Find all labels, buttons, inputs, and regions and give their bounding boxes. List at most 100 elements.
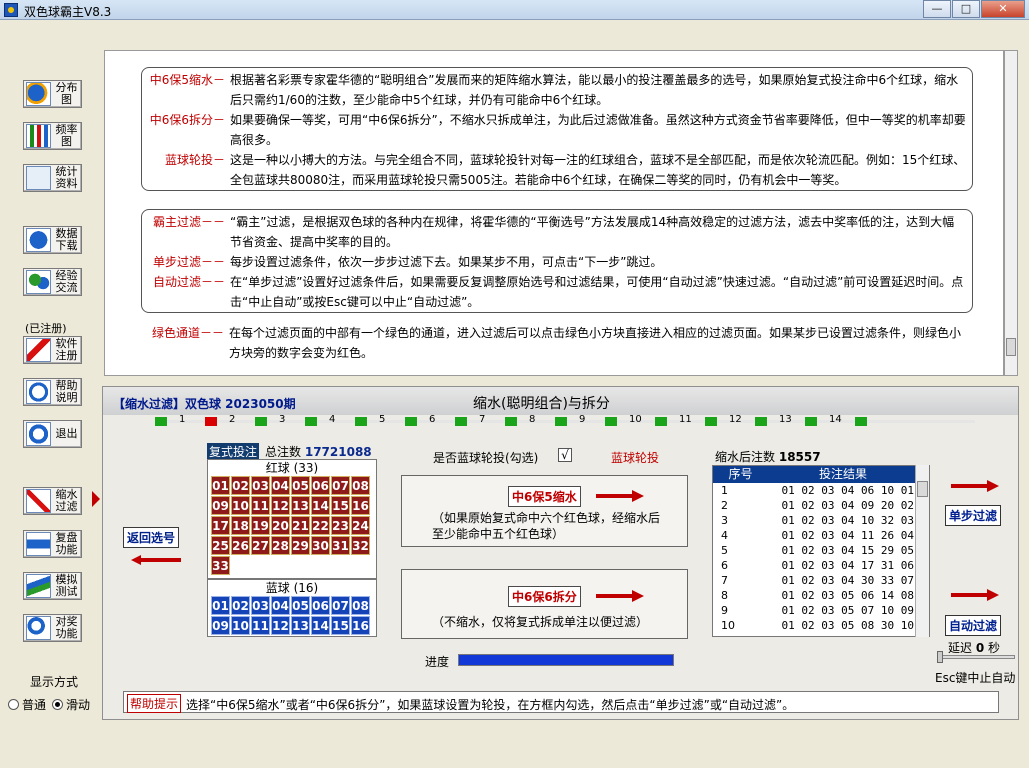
red-ball[interactable]: 15 bbox=[331, 496, 350, 515]
step-square[interactable] bbox=[155, 417, 167, 426]
red-ball[interactable]: 32 bbox=[351, 536, 370, 555]
slider-knob[interactable] bbox=[937, 651, 943, 663]
red-ball[interactable]: 23 bbox=[331, 516, 350, 535]
red-ball[interactable]: 11 bbox=[251, 496, 270, 515]
table-row[interactable]: 2 01 02 03 04 09 20 02 bbox=[713, 498, 929, 513]
statistics-button[interactable]: 统计资料 bbox=[23, 164, 82, 192]
step-square[interactable] bbox=[655, 417, 667, 426]
result-scroll-thumb[interactable] bbox=[917, 481, 928, 497]
table-row[interactable]: 6 01 02 03 04 17 31 06 bbox=[713, 558, 929, 573]
step-square[interactable] bbox=[855, 417, 867, 426]
table-row[interactable]: 1 01 02 03 04 06 10 01 bbox=[713, 483, 929, 498]
result-table[interactable]: 序号 投注结果 1 01 02 03 04 06 10 01 2 01 02 03 04… bbox=[712, 465, 930, 637]
blue-ball[interactable]: 03 bbox=[251, 596, 270, 615]
red-ball[interactable]: 03 bbox=[251, 476, 270, 495]
blue-ball[interactable]: 14 bbox=[311, 616, 330, 635]
close-button[interactable]: ✕ bbox=[981, 0, 1025, 18]
red-ball[interactable]: 29 bbox=[291, 536, 310, 555]
blue-ball[interactable]: 10 bbox=[231, 616, 250, 635]
help-button[interactable]: 帮助说明 bbox=[23, 378, 82, 406]
exit-button[interactable]: 退出 bbox=[23, 420, 82, 448]
replay-button[interactable]: 复盘功能 bbox=[23, 530, 82, 558]
red-ball[interactable]: 18 bbox=[231, 516, 250, 535]
blue-ball[interactable]: 13 bbox=[291, 616, 310, 635]
blue-ball[interactable]: 01 bbox=[211, 596, 230, 615]
red-ball[interactable]: 01 bbox=[211, 476, 230, 495]
red-ball[interactable]: 33 bbox=[211, 556, 230, 575]
table-row[interactable]: 10 01 02 03 05 08 30 10 bbox=[713, 618, 929, 633]
frequency-button[interactable]: 频率图 bbox=[23, 122, 82, 150]
table-row[interactable]: 7 01 02 03 04 30 33 07 bbox=[713, 573, 929, 588]
red-ball[interactable]: 19 bbox=[251, 516, 270, 535]
shrink-6b5-button[interactable]: 中6保5缩水 bbox=[508, 486, 581, 507]
red-ball[interactable]: 04 bbox=[271, 476, 290, 495]
red-ball[interactable]: 14 bbox=[311, 496, 330, 515]
step-square[interactable] bbox=[555, 417, 567, 426]
table-row[interactable]: 3 01 02 03 04 10 32 03 bbox=[713, 513, 929, 528]
auto-filter-button[interactable]: 自动过滤 bbox=[945, 615, 1002, 636]
filter-button[interactable]: 缩水过滤 bbox=[23, 487, 82, 515]
red-ball[interactable]: 22 bbox=[311, 516, 330, 535]
blue-ball[interactable]: 08 bbox=[351, 596, 370, 615]
delay-slider[interactable] bbox=[937, 651, 1015, 663]
red-ball[interactable]: 20 bbox=[271, 516, 290, 535]
red-ball[interactable]: 31 bbox=[331, 536, 350, 555]
distribution-button[interactable]: 分布图 bbox=[23, 80, 82, 108]
single-step-button[interactable]: 单步过滤 bbox=[945, 505, 1002, 526]
red-ball[interactable]: 30 bbox=[311, 536, 330, 555]
step-square[interactable] bbox=[605, 417, 617, 426]
info-scrollbar[interactable] bbox=[1004, 50, 1018, 376]
red-ball[interactable]: 17 bbox=[211, 516, 230, 535]
prize-check-button[interactable]: 对奖功能 bbox=[23, 614, 82, 642]
step-square[interactable] bbox=[205, 417, 217, 426]
blue-rotation-checkbox[interactable]: √ bbox=[558, 448, 572, 462]
red-ball[interactable]: 26 bbox=[231, 536, 250, 555]
table-row[interactable]: 8 01 02 03 05 06 14 08 bbox=[713, 588, 929, 603]
exchange-button[interactable]: 经验交流 bbox=[23, 268, 82, 296]
table-row[interactable]: 5 01 02 03 04 15 29 05 bbox=[713, 543, 929, 558]
result-scrollbar[interactable] bbox=[915, 465, 929, 637]
red-ball[interactable]: 02 bbox=[231, 476, 250, 495]
red-ball[interactable]: 08 bbox=[351, 476, 370, 495]
step-square[interactable] bbox=[705, 417, 717, 426]
step-square[interactable] bbox=[455, 417, 467, 426]
table-row[interactable]: 9 01 02 03 05 07 10 09 bbox=[713, 603, 929, 618]
download-button[interactable]: 数据下载 bbox=[23, 226, 82, 254]
red-ball[interactable]: 27 bbox=[251, 536, 270, 555]
step-square[interactable] bbox=[805, 417, 817, 426]
red-ball[interactable]: 06 bbox=[311, 476, 330, 495]
red-ball[interactable]: 05 bbox=[291, 476, 310, 495]
red-ball[interactable]: 16 bbox=[351, 496, 370, 515]
step-square[interactable] bbox=[355, 417, 367, 426]
blue-ball[interactable]: 11 bbox=[251, 616, 270, 635]
red-ball[interactable]: 28 bbox=[271, 536, 290, 555]
return-select-button[interactable]: 返回选号 bbox=[123, 527, 180, 548]
radio-scroll[interactable] bbox=[52, 699, 64, 710]
blue-ball[interactable]: 16 bbox=[351, 616, 370, 635]
blue-ball[interactable]: 05 bbox=[291, 596, 310, 615]
blue-ball[interactable]: 02 bbox=[231, 596, 250, 615]
table-row[interactable]: 4 01 02 03 04 11 26 04 bbox=[713, 528, 929, 543]
step-square[interactable] bbox=[755, 417, 767, 426]
red-ball[interactable]: 21 bbox=[291, 516, 310, 535]
blue-ball[interactable]: 15 bbox=[331, 616, 350, 635]
step-square[interactable] bbox=[255, 417, 267, 426]
red-ball[interactable]: 24 bbox=[351, 516, 370, 535]
red-ball[interactable]: 09 bbox=[211, 496, 230, 515]
maximize-button[interactable]: □ bbox=[952, 0, 980, 18]
red-ball[interactable]: 25 bbox=[211, 536, 230, 555]
step-square[interactable] bbox=[305, 417, 317, 426]
step-square[interactable] bbox=[505, 417, 517, 426]
blue-ball[interactable]: 06 bbox=[311, 596, 330, 615]
register-button[interactable]: 软件注册 bbox=[23, 336, 82, 364]
split-6b6-button[interactable]: 中6保6拆分 bbox=[508, 586, 581, 607]
red-ball[interactable]: 10 bbox=[231, 496, 250, 515]
blue-ball[interactable]: 07 bbox=[331, 596, 350, 615]
scroll-thumb[interactable] bbox=[1006, 338, 1016, 356]
blue-ball[interactable]: 12 bbox=[271, 616, 290, 635]
radio-normal[interactable] bbox=[8, 699, 19, 710]
minimize-button[interactable]: — bbox=[923, 0, 951, 18]
red-ball[interactable]: 13 bbox=[291, 496, 310, 515]
red-ball[interactable]: 12 bbox=[271, 496, 290, 515]
blue-ball[interactable]: 09 bbox=[211, 616, 230, 635]
